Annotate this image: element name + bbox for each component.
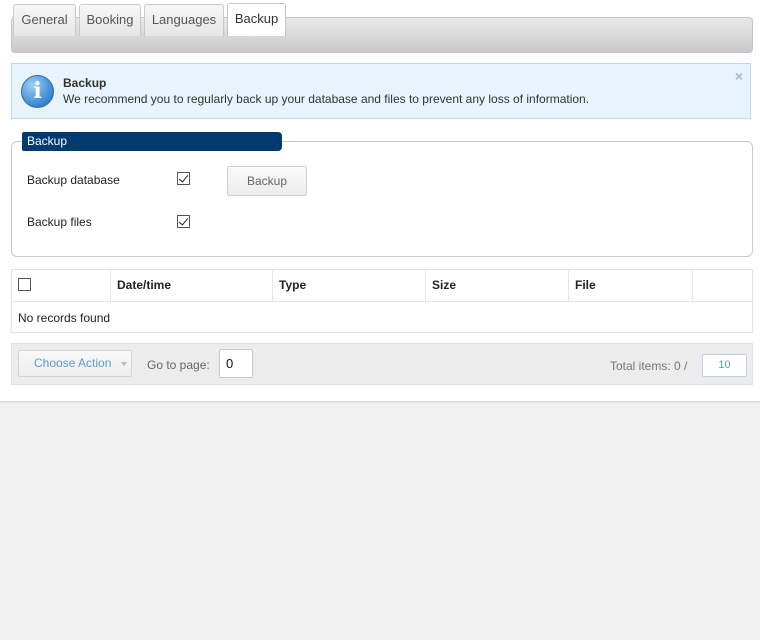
backup-button[interactable]: Backup	[227, 166, 307, 196]
close-icon[interactable]: ×	[735, 68, 743, 84]
tab-booking[interactable]: Booking	[79, 4, 141, 36]
column-header-size[interactable]: Size	[426, 270, 569, 301]
choose-action-label: Choose Action	[34, 356, 112, 370]
info-icon: i	[21, 75, 54, 108]
table-footer: Choose Action Go to page: Total items: 0…	[11, 343, 753, 385]
tab-languages[interactable]: Languages	[144, 4, 224, 36]
select-all-cell	[12, 270, 111, 301]
backup-files-checkbox[interactable]	[177, 215, 190, 228]
backup-database-checkbox[interactable]	[177, 172, 190, 185]
no-records-message: No records found	[18, 311, 111, 325]
goto-page-input[interactable]	[219, 349, 253, 378]
select-all-checkbox[interactable]	[18, 278, 31, 291]
chevron-down-icon	[121, 362, 127, 366]
choose-action-dropdown[interactable]: Choose Action	[18, 350, 132, 377]
settings-panel: General Booking Languages Backup i Backu…	[0, 0, 760, 402]
info-text: We recommend you to regularly back up yo…	[63, 92, 590, 106]
backups-table: Date/time Type Size File No records foun…	[11, 269, 753, 333]
info-title: Backup	[63, 76, 107, 90]
backup-fieldset	[11, 141, 753, 257]
table-header: Date/time Type Size File	[12, 270, 752, 302]
info-message: i Backup We recommend you to regularly b…	[11, 63, 751, 119]
backup-files-label: Backup files	[27, 215, 92, 229]
total-items-label: Total items: 0 /	[610, 359, 688, 373]
column-header-datetime[interactable]: Date/time	[111, 270, 273, 301]
backup-legend: Backup	[22, 132, 282, 151]
goto-page-label: Go to page:	[147, 358, 210, 372]
tab-backup[interactable]: Backup	[227, 3, 286, 36]
backup-database-label: Backup database	[27, 173, 120, 187]
column-header-type[interactable]: Type	[273, 270, 426, 301]
per-page-button[interactable]: 10	[702, 354, 747, 377]
column-header-file[interactable]: File	[569, 270, 693, 301]
tab-general[interactable]: General	[13, 4, 76, 36]
